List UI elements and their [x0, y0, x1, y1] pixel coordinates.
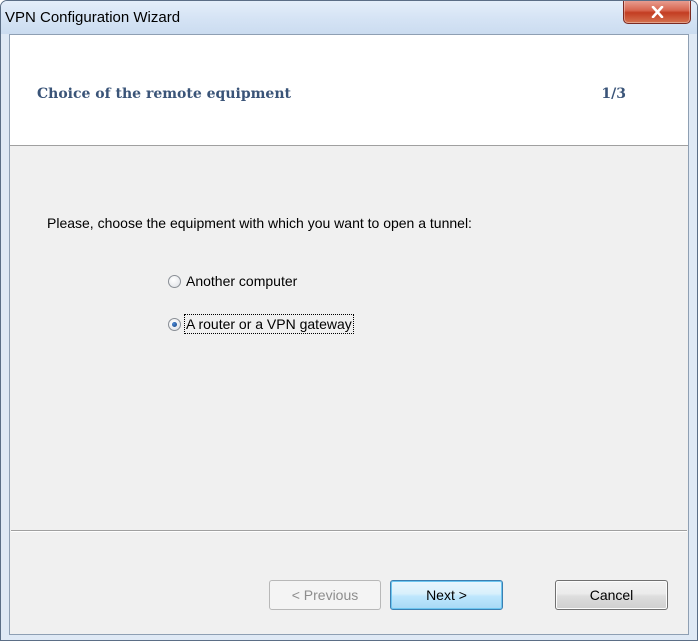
radio-button-unchecked[interactable]: [168, 275, 181, 288]
next-button[interactable]: Next >: [390, 580, 503, 610]
window-title: VPN Configuration Wizard: [5, 9, 181, 26]
radio-label-router-vpn-gateway[interactable]: A router or a VPN gateway: [184, 314, 354, 334]
instruction-text: Please, choose the equipment with which …: [47, 215, 472, 231]
step-title: Choice of the remote equipment: [37, 86, 291, 102]
wizard-client-area: Choice of the remote equipment 1/3 Pleas…: [9, 34, 689, 635]
radio-selected-dot: [172, 322, 177, 327]
close-button[interactable]: [623, 1, 691, 24]
radio-label-another-computer[interactable]: Another computer: [186, 273, 297, 289]
close-x-icon: [651, 6, 664, 18]
step-counter: 1/3: [601, 86, 626, 102]
footer-separator: [11, 530, 687, 532]
radio-button-checked[interactable]: [168, 318, 181, 331]
cancel-button[interactable]: Cancel: [555, 580, 668, 610]
previous-button[interactable]: < Previous: [269, 580, 381, 610]
wizard-window: VPN Configuration Wizard Choice of the r…: [0, 0, 698, 641]
title-bar[interactable]: VPN Configuration Wizard: [1, 1, 697, 34]
wizard-header-panel: Choice of the remote equipment 1/3: [10, 35, 688, 146]
